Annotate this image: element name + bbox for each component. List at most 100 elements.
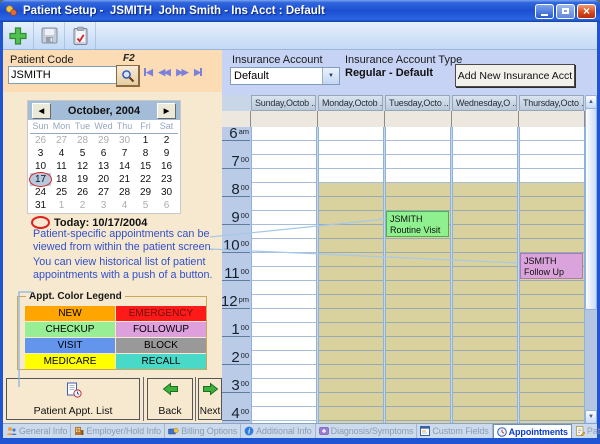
- calendar-day[interactable]: 27: [51, 134, 72, 147]
- calendar-day[interactable]: 3: [93, 199, 114, 212]
- legend-item-recall: RECALL: [116, 354, 206, 369]
- day-column-header[interactable]: Thursday,Octo ...: [519, 95, 584, 111]
- calendar-day[interactable]: 24: [30, 186, 51, 199]
- calendar-day[interactable]: 8: [135, 147, 156, 160]
- calendar-next-month-button[interactable]: ▶: [157, 103, 176, 119]
- calendar-day[interactable]: 20: [93, 173, 114, 186]
- calendar-day[interactable]: 18: [51, 173, 72, 186]
- patient-code-input[interactable]: [8, 66, 118, 84]
- next-record-button[interactable]: ▶▶: [176, 67, 187, 78]
- calendar-day[interactable]: 14: [114, 160, 135, 173]
- appointment[interactable]: JSMITHFollow Up Visit: [520, 253, 583, 279]
- tab-billing-options[interactable]: Billing Options: [165, 424, 241, 438]
- tasks-button[interactable]: [65, 22, 96, 49]
- tab-diagnosis-symptoms[interactable]: Diagnosis/Symptoms: [316, 424, 418, 438]
- calendar-day[interactable]: 28: [72, 134, 93, 147]
- calendar-day[interactable]: 30: [156, 186, 177, 199]
- tab-additional-info[interactable]: i Additional Info: [241, 424, 316, 438]
- scroll-up-button[interactable]: ▲: [585, 95, 597, 109]
- schedule-scrollbar[interactable]: ▲ ▼: [585, 95, 597, 424]
- previous-record-button[interactable]: ◀◀: [158, 67, 169, 78]
- first-record-button[interactable]: ◀: [144, 67, 151, 78]
- chevron-down-icon[interactable]: ▼: [322, 68, 339, 84]
- calendar-day[interactable]: 16: [156, 160, 177, 173]
- calendar-day[interactable]: 7: [114, 147, 135, 160]
- patient-appt-list-label: Patient Appt. List: [34, 405, 113, 417]
- time-label: 700: [222, 155, 250, 169]
- calendar-day[interactable]: 27: [93, 186, 114, 199]
- tab-appointments[interactable]: Appointments: [493, 424, 572, 438]
- calendar-day[interactable]: 23: [156, 173, 177, 186]
- patient-search-button[interactable]: [116, 65, 140, 87]
- calendar-day[interactable]: 31: [30, 199, 51, 212]
- tab-patient-notes[interactable]: Patient Notes: [572, 424, 600, 438]
- scroll-down-button[interactable]: ▼: [585, 410, 597, 424]
- calendar-day[interactable]: 21: [114, 173, 135, 186]
- last-record-button[interactable]: ▶: [194, 67, 201, 78]
- day-column-header[interactable]: Tuesday,Octo ...: [385, 95, 450, 111]
- calendar-day[interactable]: 19: [72, 173, 93, 186]
- calendar-day[interactable]: 2: [156, 134, 177, 147]
- day-column[interactable]: [318, 127, 384, 424]
- main-toolbar: [3, 22, 597, 50]
- calendar-day[interactable]: 1: [51, 199, 72, 212]
- calendar-day[interactable]: 1: [135, 134, 156, 147]
- info-text-2: You can view historical list of patient …: [33, 256, 225, 281]
- save-button[interactable]: [34, 22, 65, 49]
- calendar-day[interactable]: 15: [135, 160, 156, 173]
- people-icon: [6, 426, 17, 436]
- tab-employer-hold-info[interactable]: Employer/Hold Info: [71, 424, 165, 438]
- calendar-day[interactable]: 5: [135, 199, 156, 212]
- calendar-day[interactable]: 9: [156, 147, 177, 160]
- appointment[interactable]: JSMITHRoutine Visit: [386, 211, 449, 237]
- day-column[interactable]: [385, 127, 451, 424]
- calendar-day[interactable]: 13: [93, 160, 114, 173]
- day-column-header[interactable]: Monday,Octob ...: [318, 95, 383, 111]
- next-button[interactable]: Next: [198, 378, 222, 420]
- maximize-button[interactable]: [556, 4, 575, 19]
- window-fields-icon: [420, 426, 430, 436]
- calendar-day[interactable]: 28: [114, 186, 135, 199]
- day-column-header[interactable]: Sunday,Octob ...: [251, 95, 316, 111]
- calendar-day[interactable]: 26: [72, 186, 93, 199]
- calendar-day[interactable]: 4: [51, 147, 72, 160]
- tab-custom-fields[interactable]: Custom Fields: [417, 424, 492, 438]
- magnifier-icon: [121, 69, 135, 83]
- calendar-day[interactable]: 2: [72, 199, 93, 212]
- back-button[interactable]: Back: [147, 378, 193, 420]
- calendar-day-today[interactable]: 17: [30, 173, 51, 186]
- minimize-button[interactable]: [535, 4, 554, 19]
- calendar-day[interactable]: 29: [93, 134, 114, 147]
- day-column-header[interactable]: Wednesday,O ...: [452, 95, 517, 111]
- tab-general-info[interactable]: General Info: [3, 424, 71, 438]
- time-label: 300: [222, 379, 250, 393]
- calendar-day[interactable]: 11: [51, 160, 72, 173]
- day-column[interactable]: [251, 127, 317, 424]
- calendar-day[interactable]: 12: [72, 160, 93, 173]
- calendar-day[interactable]: 30: [114, 134, 135, 147]
- calendar-day[interactable]: 4: [114, 199, 135, 212]
- calendar-day[interactable]: 25: [51, 186, 72, 199]
- add-patient-button[interactable]: [3, 22, 34, 49]
- calendar-day[interactable]: 29: [135, 186, 156, 199]
- time-slot-lines: [453, 127, 517, 424]
- calendar-day[interactable]: 6: [156, 199, 177, 212]
- appointment-list-icon: [65, 382, 82, 398]
- calendar-day[interactable]: 6: [93, 147, 114, 160]
- calendar-prev-month-button[interactable]: ◀: [32, 103, 51, 119]
- insurance-account-select[interactable]: Default ▼: [230, 67, 340, 85]
- clock-icon: [497, 427, 507, 437]
- calendar-day[interactable]: 22: [135, 173, 156, 186]
- calendar-day[interactable]: 3: [30, 147, 51, 160]
- calendar-day-name: Sat: [156, 120, 177, 133]
- legend-item-visit: VISIT: [25, 338, 115, 353]
- calendar-day[interactable]: 26: [30, 134, 51, 147]
- day-column[interactable]: [452, 127, 518, 424]
- calendar-day[interactable]: 5: [72, 147, 93, 160]
- patient-appt-list-button[interactable]: Patient Appt. List: [6, 378, 140, 420]
- add-new-insurance-button[interactable]: Add New Insurance Acct: [455, 64, 575, 87]
- patient-setup-window: Patient Setup - JSMITH John Smith - Ins …: [0, 0, 600, 444]
- close-button[interactable]: ×: [577, 4, 596, 19]
- scrollbar-thumb[interactable]: [585, 108, 597, 310]
- legend-title: Appt. Color Legend: [26, 291, 125, 302]
